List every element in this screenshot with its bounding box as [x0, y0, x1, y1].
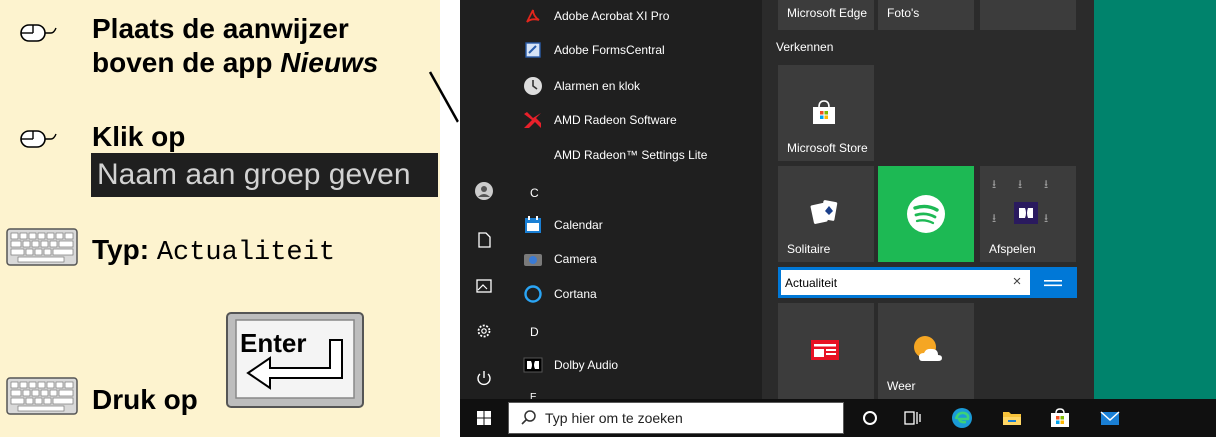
tile-afspelen[interactable]: ⭳ ⭳ ⭳ ⭳ ⭳ Afspelen — [980, 166, 1076, 262]
taskbar: Typ hier om te zoeken — [460, 399, 1216, 437]
tile-photos[interactable]: Foto's — [878, 0, 974, 30]
tile-spotify[interactable] — [878, 166, 974, 262]
alarm-clock-icon — [522, 75, 544, 97]
tile-blank[interactable] — [980, 0, 1076, 30]
app-adobe-acrobat[interactable]: Adobe Acrobat XI Pro — [522, 1, 669, 31]
app-amd-radeon-settings-lite[interactable]: AMD Radeon™ Settings Lite — [522, 140, 707, 170]
group-header-verkennen[interactable]: Verkennen — [776, 40, 833, 54]
weather-icon — [914, 336, 942, 361]
dolby-icon — [522, 354, 544, 376]
start-menu-screenshot: Adobe Acrobat XI Pro Adobe FormsCentral … — [460, 0, 1216, 437]
file-explorer-icon[interactable] — [1000, 406, 1024, 430]
step-4-text: Druk op — [92, 384, 198, 415]
letter-header-d[interactable]: D — [530, 325, 539, 339]
app-camera[interactable]: Camera — [522, 244, 597, 274]
settings-gear-icon[interactable] — [474, 321, 494, 341]
svg-text:⭳: ⭳ — [992, 211, 996, 225]
tile-weather[interactable]: Weer — [878, 303, 974, 399]
keyboard-icon — [6, 377, 78, 415]
camera-icon — [522, 248, 544, 270]
group-handle-icon[interactable] — [1040, 275, 1066, 291]
app-calendar[interactable]: Calendar — [522, 210, 603, 240]
menu-item-rename-group: Naam aan groep geven — [91, 153, 438, 197]
tile-area: Microsoft Edge Foto's Verkennen Microsof… — [762, 0, 1094, 399]
rename-group-field: × — [780, 269, 1031, 296]
clear-icon[interactable]: × — [1010, 274, 1024, 290]
amd-radeon-icon — [522, 109, 544, 131]
start-rail — [460, 0, 508, 399]
tile-microsoft-store[interactable]: Microsoft Store — [778, 65, 874, 161]
document-icon[interactable] — [474, 230, 494, 250]
search-placeholder: Typ hier om te zoeken — [545, 410, 683, 426]
app-amd-radeon-software[interactable]: AMD Radeon Software — [522, 105, 677, 135]
task-view-icon[interactable] — [900, 406, 924, 430]
cortana-icon — [522, 283, 544, 305]
windows-start-icon[interactable] — [472, 406, 496, 430]
letter-header-c[interactable]: C — [530, 186, 539, 200]
keyboard-icon — [6, 228, 78, 266]
instruction-panel: Plaats de aanwijzer boven de app Nieuws … — [0, 0, 440, 437]
mail-icon[interactable] — [1098, 406, 1122, 430]
tile-news[interactable] — [778, 303, 874, 399]
svg-text:⭳: ⭳ — [1044, 211, 1048, 225]
mouse-icon — [20, 130, 57, 148]
app-adobe-formscentral[interactable]: Adobe FormsCentral — [522, 35, 665, 65]
app-cortana[interactable]: Cortana — [522, 279, 597, 309]
app-name-nieuws: Nieuws — [280, 47, 379, 78]
app-alarmen-en-klok[interactable]: Alarmen en klok — [522, 71, 640, 101]
rename-group-input[interactable] — [785, 270, 1005, 295]
user-icon[interactable] — [474, 181, 494, 201]
svg-text:⭳: ⭳ — [1018, 177, 1022, 191]
power-icon[interactable] — [474, 368, 494, 388]
enter-key-label: Enter — [240, 328, 306, 358]
store-icon[interactable] — [1048, 406, 1072, 430]
enter-key-icon: Enter — [226, 312, 364, 408]
step-1-line-2: boven de app Nieuws — [92, 47, 379, 78]
news-icon — [811, 340, 839, 360]
step-2-text: Klik op — [92, 121, 186, 152]
taskbar-search-box[interactable]: Typ hier om te zoeken — [508, 402, 844, 434]
calendar-icon — [522, 214, 544, 236]
store-bag-icon — [813, 100, 835, 124]
pictures-icon[interactable] — [474, 276, 494, 296]
step-1-line-1: Plaats de aanwijzer — [92, 13, 349, 44]
mouse-icon — [20, 24, 57, 42]
download-arrows-icon: ⭳ ⭳ ⭳ ⭳ ⭳ — [992, 177, 1048, 225]
edge-browser-icon[interactable] — [950, 406, 974, 430]
rename-group-bar: × — [778, 267, 1077, 298]
tile-microsoft-edge[interactable]: Microsoft Edge — [778, 0, 874, 30]
typed-value: Actualiteit — [156, 238, 336, 268]
app-list: Adobe Acrobat XI Pro Adobe FormsCentral … — [508, 0, 762, 403]
acrobat-icon — [522, 5, 544, 27]
svg-text:⭳: ⭳ — [1044, 177, 1048, 191]
tile-solitaire[interactable]: Solitaire — [778, 166, 874, 262]
spotify-icon — [907, 195, 945, 233]
svg-text:⭳: ⭳ — [992, 177, 996, 191]
search-icon — [521, 410, 536, 425]
desktop-background — [1094, 0, 1216, 399]
formscentral-icon — [522, 39, 544, 61]
app-dolby-audio[interactable]: Dolby Audio — [522, 350, 618, 380]
step-3-text: Typ: Actualiteit — [92, 234, 336, 268]
cortana-circle-icon[interactable] — [858, 406, 882, 430]
solitaire-cards-icon — [810, 200, 838, 224]
